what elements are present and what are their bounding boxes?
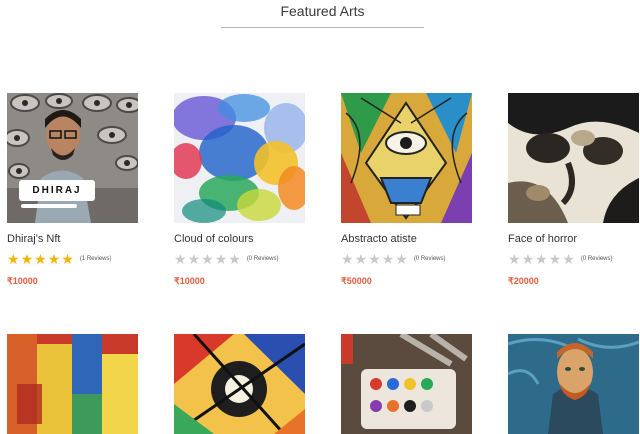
artist-name-badge: DHIRAJ [19,180,95,201]
star-icon: ★ [20,251,34,267]
star-icon: ★ [341,251,354,267]
star-icon: ★ [521,251,535,267]
star-icon: ★ [354,251,368,267]
review-count: (1 Reviews) [79,256,112,262]
product-card[interactable] [174,334,305,434]
product-name[interactable]: Face of horror [508,233,639,245]
product-name[interactable]: Dhiraj's Nft [7,233,138,245]
product-image[interactable]: DHIRAJ [7,93,138,223]
product-card[interactable]: DHIRAJ Dhiraj's Nft ★ ★ ★ ★ ★ (1 Reviews… [7,93,138,287]
product-price: ₹50000 [341,276,372,286]
product-name[interactable]: Cloud of colours [174,233,305,245]
product-image[interactable] [341,93,472,223]
product-image[interactable] [7,334,138,434]
product-card[interactable]: Abstracto atiste ★ ★ ★ ★ ★ (0 Reviews) ₹… [341,93,472,287]
star-icon: ★ [508,251,521,267]
star-icon: ★ [61,251,74,267]
star-icon: ★ [548,251,562,267]
star-icon: ★ [201,251,214,267]
rating-stars: ★ ★ ★ ★ ★ (0 Reviews) [508,252,639,266]
rating-stars: ★ ★ ★ ★ ★ (0 Reviews) [341,252,472,266]
product-name[interactable]: Abstracto atiste [341,233,472,245]
rating-stars: ★ ★ ★ ★ ★ (0 Reviews) [174,252,305,266]
star-icon: ★ [368,251,381,267]
title-underline [221,27,424,28]
featured-arts-page: Featured Arts DHIRAJ Dhiraj's Nft ★ ★ ★ … [0,0,640,434]
product-image[interactable] [174,334,305,434]
section-title: Featured Arts [280,3,365,19]
star-icon: ★ [174,251,187,267]
product-image[interactable] [508,93,639,223]
star-icon: ★ [7,251,20,267]
star-icon: ★ [395,251,408,267]
product-card[interactable] [7,334,138,434]
star-icon: ★ [228,251,241,267]
review-count: (0 Reviews) [246,256,279,262]
star-icon: ★ [535,251,548,267]
star-icon: ★ [47,251,61,267]
rating-stars: ★ ★ ★ ★ ★ (1 Reviews) [7,252,138,266]
product-card[interactable]: Face of horror ★ ★ ★ ★ ★ (0 Reviews) ₹20… [508,93,639,287]
product-price: ₹10000 [7,276,38,286]
product-card[interactable] [508,334,639,434]
star-icon: ★ [187,251,201,267]
star-icon: ★ [562,251,575,267]
star-icon: ★ [214,251,228,267]
product-card[interactable] [341,334,472,434]
product-image[interactable] [341,334,472,434]
review-count: (0 Reviews) [413,256,446,262]
product-image[interactable] [508,334,639,434]
review-count: (0 Reviews) [580,256,613,262]
star-icon: ★ [381,251,395,267]
product-price: ₹20000 [508,276,539,286]
product-price: ₹10000 [174,276,205,286]
star-icon: ★ [34,251,47,267]
product-card[interactable]: Cloud of colours ★ ★ ★ ★ ★ (0 Reviews) ₹… [174,93,305,287]
badge-underline [21,204,77,208]
product-image[interactable] [174,93,305,223]
